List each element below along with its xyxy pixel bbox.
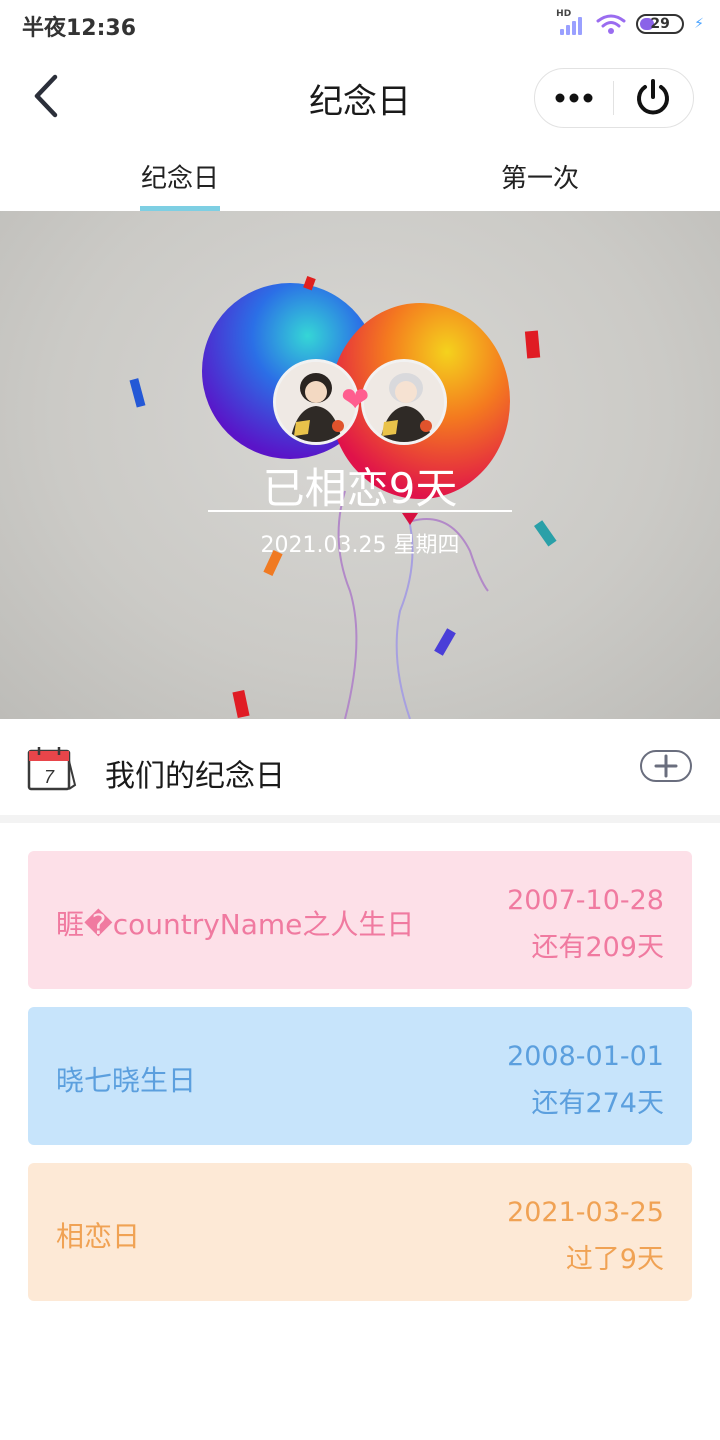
avatar-right[interactable] [361, 359, 447, 445]
mini-program-capsule [534, 68, 694, 128]
charging-bolt-icon: ⚡ [694, 16, 704, 32]
anniversary-name: 晓七晓生日 [56, 1064, 197, 1097]
section-title: 我们的纪念日 [105, 759, 285, 794]
start-date: 2021.03.25 星期四 [260, 533, 460, 558]
power-icon [637, 79, 670, 115]
anniversary-date: 2007-10-28 [507, 885, 664, 916]
anniversary-countdown: 还有209天 [531, 932, 664, 963]
add-anniversary-button[interactable] [640, 750, 692, 782]
status-bar: 半夜12:36 HD 29 ⚡ [0, 0, 720, 50]
tab-bar: 纪念日 第一次 [0, 146, 720, 212]
tab-first-time[interactable]: 第一次 [500, 158, 580, 195]
calendar-day: 7 [44, 767, 55, 787]
hero-banner: ❤ 已相恋9天 2021.03.25 星期四 [0, 211, 720, 719]
anniversary-card[interactable]: 晓七晓生日 2008-01-01 还有274天 [28, 1007, 692, 1145]
close-button[interactable] [614, 69, 694, 127]
wifi-icon [596, 14, 626, 34]
signal-icon: HD [556, 9, 586, 37]
avatar-right-image [364, 362, 444, 442]
anniversary-name: 相恋日 [56, 1220, 141, 1253]
section-header: 7 我们的纪念日 [0, 719, 720, 817]
more-button[interactable] [535, 69, 613, 127]
more-dots-icon [555, 93, 593, 103]
calendar-icon: 7 [27, 747, 77, 791]
battery-icon: 29 [636, 14, 685, 34]
anniversary-countdown: 还有274天 [531, 1088, 664, 1119]
status-time: 半夜12:36 [22, 16, 137, 41]
section-gap [0, 815, 720, 823]
days-together-title: 已相恋9天 [262, 464, 458, 513]
anniversary-card[interactable]: 相恋日 2021-03-25 过了9天 [28, 1163, 692, 1301]
heart-icon: ❤ [341, 380, 370, 420]
anniversary-name: 睚�countryName之人生日 [56, 908, 415, 941]
battery-level: 29 [650, 16, 670, 32]
anniversary-countdown: 过了9天 [565, 1244, 664, 1275]
nav-bar: 纪念日 [0, 50, 720, 146]
hero-divider [208, 510, 512, 512]
hd-label: HD [556, 9, 572, 19]
plus-icon [654, 754, 678, 778]
anniversary-card[interactable]: 睚�countryName之人生日 2007-10-28 还有209天 [28, 851, 692, 989]
tab-anniversary[interactable]: 纪念日 [140, 158, 220, 195]
anniversary-date: 2008-01-01 [507, 1041, 664, 1072]
status-icons: HD 29 ⚡ [556, 9, 704, 38]
anniversary-date: 2021-03-25 [507, 1197, 664, 1228]
